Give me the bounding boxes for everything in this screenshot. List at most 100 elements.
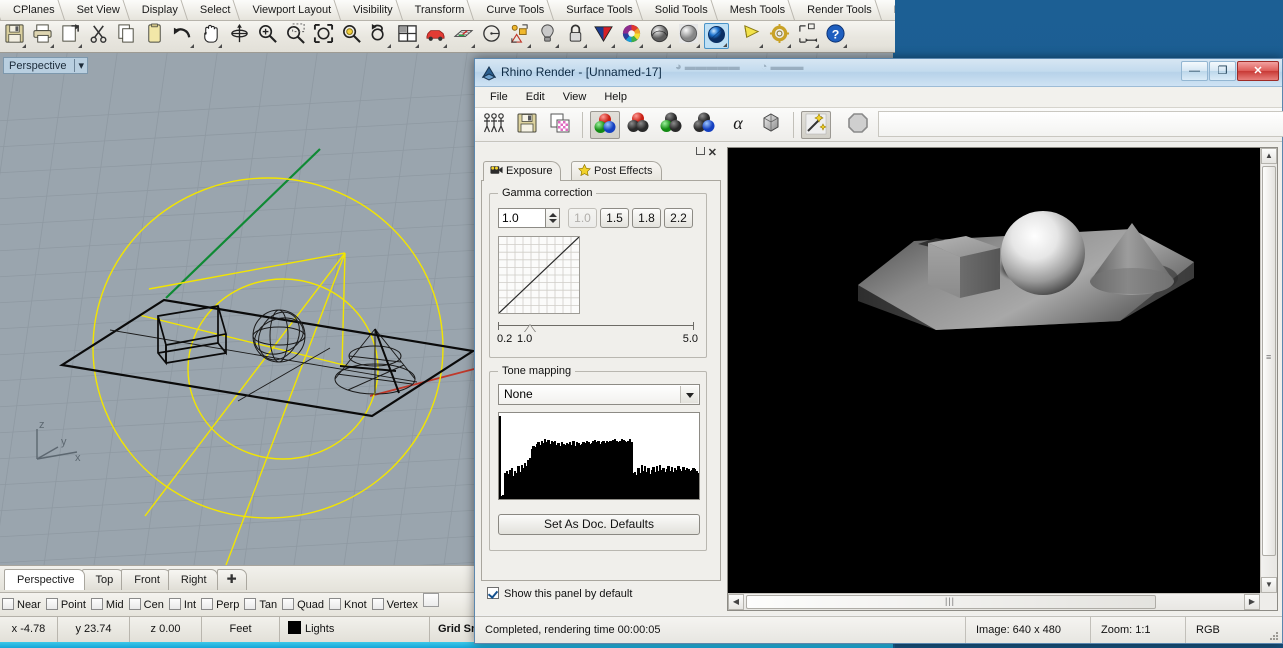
render-window-titlebar[interactable]: Rhino Render - [Unnamed-17] ◕ ▬▬▬▬▬ ◔ ▬▬… (475, 59, 1282, 87)
vscroll-thumb[interactable]: ≡ (1262, 166, 1276, 556)
tab-exposure[interactable]: Exposure (483, 161, 562, 181)
checkbox-icon[interactable] (45, 598, 58, 610)
set-as-doc-defaults-button[interactable]: Set As Doc. Defaults (498, 514, 700, 535)
circle-icon[interactable] (479, 23, 504, 49)
gamma-preset-2-2[interactable]: 2.2 (664, 208, 693, 228)
menu-tab-set-view[interactable]: Set View (63, 0, 130, 20)
render-people-icon[interactable] (479, 111, 509, 139)
scroll-right-arrow[interactable]: ▶ (1244, 594, 1260, 610)
effects-wand-icon[interactable] (800, 111, 831, 139)
zoom-previous-icon[interactable] (367, 23, 392, 49)
menu-tab-curve-tools[interactable]: Curve Tools (473, 0, 555, 20)
spinner-up-icon[interactable] (549, 213, 557, 217)
osnap-mid[interactable]: Mid (90, 593, 124, 616)
copy-to-clipboard-icon[interactable] (58, 23, 83, 49)
osnap-int[interactable]: Int (168, 593, 196, 616)
menu-tab-draft[interactable]: Draf (880, 0, 895, 20)
viewport-tab-top[interactable]: Top (82, 569, 125, 590)
osnap-point[interactable]: Point (45, 593, 86, 616)
checkbox-icon[interactable] (487, 587, 499, 599)
close-button[interactable]: ✕ (1237, 61, 1279, 81)
zoom-extents-icon[interactable] (311, 23, 336, 49)
object-properties-icon[interactable] (507, 23, 532, 49)
color-wheel-icon[interactable] (619, 23, 644, 49)
add-viewport-tab-button[interactable]: ✚ (216, 569, 247, 590)
checkbox-icon[interactable] (168, 598, 181, 610)
menu-edit[interactable]: Edit (517, 87, 554, 108)
car-icon[interactable] (423, 23, 448, 49)
tone-mapping-select[interactable]: None (498, 384, 700, 405)
spotlight-icon[interactable] (739, 23, 764, 49)
resize-grip[interactable] (1269, 631, 1279, 641)
grid-plane-icon[interactable] (451, 23, 476, 49)
panel-minimize-icon[interactable] (696, 147, 705, 155)
menu-tab-solid-tools[interactable]: Solid Tools (641, 0, 718, 20)
menu-tab-surface-tools[interactable]: Surface Tools (553, 0, 643, 20)
slider-thumb[interactable] (524, 324, 536, 332)
spinner-down-icon[interactable] (549, 219, 557, 223)
viewport-title-dropdown[interactable]: Perspective ▾ (3, 57, 89, 74)
render-image-view[interactable]: ▲ ≡ ▼ ◀ ||| ▶ (727, 147, 1278, 611)
menu-tab-mesh-tools[interactable]: Mesh Tools (716, 0, 796, 20)
zoom-window-icon[interactable] (283, 23, 308, 49)
viewport-layout-icon[interactable] (395, 23, 420, 49)
menu-tab-cplanes[interactable]: CPlanes (0, 0, 65, 20)
help-icon[interactable]: ? (823, 23, 848, 49)
save-icon[interactable] (2, 23, 27, 49)
rgb-channel-icon[interactable] (590, 111, 621, 139)
scroll-left-arrow[interactable]: ◀ (728, 594, 744, 610)
osnap-perp[interactable]: Perp (201, 593, 239, 616)
osnap-tan[interactable]: Tan (244, 593, 277, 616)
menu-tab-visibility[interactable]: Visibility (340, 0, 403, 20)
checkbox-icon[interactable] (371, 598, 384, 610)
osnap-vertex[interactable]: Vertex (371, 593, 418, 616)
show-panel-default-row[interactable]: Show this panel by default (487, 587, 727, 607)
status-units[interactable]: Feet (202, 617, 280, 642)
copy-icon[interactable] (114, 23, 139, 49)
menu-tab-render-tools[interactable]: Render Tools (794, 0, 882, 20)
render-vertical-scrollbar[interactable]: ▲ ≡ ▼ (1260, 148, 1277, 593)
render-canvas[interactable] (728, 148, 1260, 593)
menu-file[interactable]: File (481, 87, 517, 108)
osnap-quad[interactable]: Quad (282, 593, 324, 616)
pan-icon[interactable] (198, 23, 223, 49)
paste-icon[interactable] (142, 23, 167, 49)
distance-channel-icon[interactable] (756, 111, 786, 139)
lock-icon[interactable] (563, 23, 588, 49)
menu-tab-transform[interactable]: Transform (401, 0, 475, 20)
close-icon[interactable]: ✕ (708, 146, 717, 159)
minimize-button[interactable]: — (1181, 61, 1208, 81)
layer-color-swatch[interactable] (288, 621, 301, 634)
chevron-down-icon[interactable] (680, 386, 698, 403)
checkbox-icon[interactable] (282, 598, 295, 610)
menu-tab-select[interactable]: Select (186, 0, 241, 20)
checkbox-icon[interactable] (2, 598, 14, 610)
menu-help[interactable]: Help (595, 87, 636, 108)
osnap-near[interactable]: Near (2, 593, 41, 616)
checkbox-icon[interactable] (329, 598, 341, 610)
copy-image-icon[interactable] (545, 111, 575, 139)
menu-tab-viewport-layout[interactable]: Viewport Layout (239, 0, 342, 20)
shaded-sphere-icon[interactable] (647, 23, 672, 49)
gamma-preset-1-0[interactable]: 1.0 (568, 208, 597, 228)
alpha-channel-icon[interactable]: α (723, 111, 753, 139)
zoom-icon[interactable] (255, 23, 280, 49)
checkbox-icon[interactable] (128, 598, 141, 610)
gamma-preset-1-8[interactable]: 1.8 (632, 208, 661, 228)
osnap-more-button[interactable] (422, 593, 439, 607)
undo-icon[interactable] (170, 23, 195, 49)
stop-render-icon[interactable] (843, 111, 873, 139)
gamma-value-input[interactable]: 1.0 (498, 208, 546, 228)
save-image-icon[interactable] (512, 111, 542, 139)
zoom-selected-icon[interactable] (339, 23, 364, 49)
osnap-cen[interactable]: Cen (128, 593, 164, 616)
tab-post-effects[interactable]: Post Effects (571, 161, 662, 181)
status-layer[interactable]: Lights (280, 617, 430, 642)
checkbox-icon[interactable] (244, 598, 257, 610)
scroll-up-arrow[interactable]: ▲ (1261, 148, 1277, 164)
maximize-button[interactable]: ❐ (1209, 61, 1236, 81)
cut-icon[interactable] (86, 23, 111, 49)
checkbox-icon[interactable] (90, 598, 103, 610)
checkbox-icon[interactable] (201, 598, 214, 610)
light-bulb-icon[interactable] (535, 23, 560, 49)
